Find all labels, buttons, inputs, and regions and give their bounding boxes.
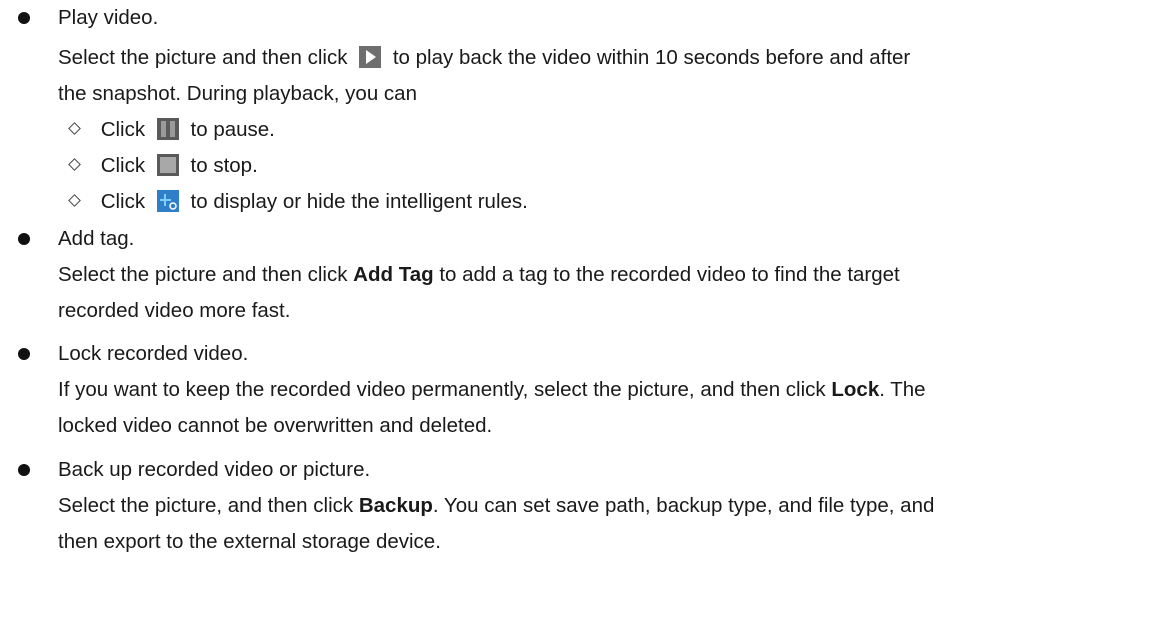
paragraph-line: Select the picture and then click Add Ta… xyxy=(58,263,900,287)
paragraph-line: recorded video more fast. xyxy=(58,299,291,322)
section-title: Play video. xyxy=(58,6,159,29)
text-fragment: to add a tag to the recorded video to fi… xyxy=(439,263,900,286)
paragraph-line: locked video cannot be overwritten and d… xyxy=(58,414,493,437)
diamond-bullet xyxy=(68,158,81,171)
text-fragment: Select the picture and then click xyxy=(58,263,348,286)
paragraph-line: the snapshot. During playback, you can xyxy=(58,82,417,105)
text-fragment: to display or hide the intelligent rules… xyxy=(190,190,528,213)
text-fragment: Click xyxy=(100,118,146,141)
paragraph-line: Select the picture, and then click Backu… xyxy=(58,494,934,518)
sub-list-item: Click to display or hide the intelligent… xyxy=(68,190,528,218)
text-fragment: Click xyxy=(100,154,146,177)
ui-term: Backup xyxy=(358,494,433,517)
ui-term: Lock xyxy=(831,378,880,401)
section-title: Back up recorded video or picture. xyxy=(58,458,371,481)
bullet xyxy=(18,464,30,476)
sub-list-item: Click to stop. xyxy=(68,154,258,182)
text-fragment: . The xyxy=(879,378,926,401)
ui-term: Add Tag xyxy=(353,263,434,286)
stop-icon xyxy=(156,154,179,182)
paragraph-line: then export to the external storage devi… xyxy=(58,530,441,553)
text-fragment: Click xyxy=(100,190,146,213)
text-fragment: to stop. xyxy=(190,154,258,177)
bullet xyxy=(18,12,30,24)
text-fragment: If you want to keep the recorded video p… xyxy=(58,378,826,401)
text-fragment: to play back the video within 10 seconds… xyxy=(392,46,911,69)
diamond-bullet xyxy=(68,194,81,207)
text-fragment: Select the picture, and then click xyxy=(58,494,354,517)
diamond-bullet xyxy=(68,122,81,135)
bullet xyxy=(18,348,30,360)
pause-icon xyxy=(156,118,179,146)
play-icon xyxy=(359,46,382,74)
section-title: Lock recorded video. xyxy=(58,342,249,365)
sub-list-item: Click to pause. xyxy=(68,118,275,146)
text-fragment: . You can set save path, backup type, an… xyxy=(432,494,935,517)
text-fragment: Select the picture and then click xyxy=(58,46,348,69)
paragraph-line: Select the picture and then click to pla… xyxy=(58,46,910,74)
bullet xyxy=(18,233,30,245)
intelligent-rules-icon xyxy=(156,190,179,218)
paragraph-line: If you want to keep the recorded video p… xyxy=(58,378,926,402)
text-fragment: to pause. xyxy=(190,118,275,141)
section-title: Add tag. xyxy=(58,227,135,250)
